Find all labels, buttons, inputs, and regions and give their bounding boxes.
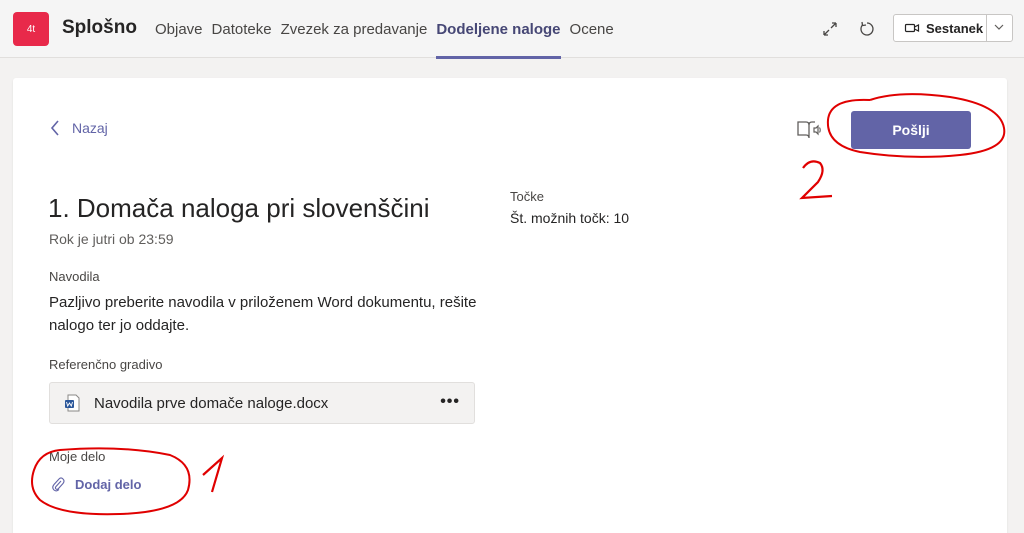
- meeting-label: Sestanek: [926, 20, 984, 36]
- word-document-icon: [64, 394, 80, 412]
- tab-dodeljene-naloge[interactable]: Dodeljene naloge: [436, 0, 569, 59]
- attachment-filename: Navodila prve domače naloge.docx: [94, 394, 329, 412]
- meeting-divider: [986, 15, 987, 41]
- team-avatar[interactable]: 4t: [13, 12, 49, 46]
- tab-objave[interactable]: Objave: [155, 0, 212, 58]
- submit-button[interactable]: Pošlji: [851, 111, 971, 149]
- channel-name: Splošno: [62, 17, 137, 38]
- reference-materials-label: Referenčno gradivo: [49, 357, 163, 372]
- due-date: Rok je jutri ob 23:59: [49, 231, 174, 247]
- meeting-button[interactable]: Sestanek: [893, 14, 1013, 42]
- immersive-reader-icon[interactable]: [796, 118, 822, 142]
- expand-icon[interactable]: [818, 17, 842, 41]
- points-label: Točke: [510, 189, 544, 204]
- back-button[interactable]: Nazaj: [50, 120, 108, 136]
- back-label: Nazaj: [72, 120, 108, 136]
- my-work-label: Moje delo: [49, 449, 106, 464]
- points-value: Št. možnih točk: 10: [510, 210, 630, 226]
- chevron-left-icon: [50, 120, 59, 136]
- top-header: 4t Splošno Objave Datoteke Zvezek za pre…: [0, 0, 1024, 59]
- add-work-label: Dodaj delo: [75, 476, 142, 492]
- chevron-down-icon[interactable]: [993, 21, 1005, 33]
- tab-datoteke[interactable]: Datoteke: [212, 0, 281, 58]
- refresh-icon[interactable]: [855, 17, 879, 41]
- instructions-label: Navodila: [49, 269, 100, 284]
- paperclip-icon: [52, 477, 65, 492]
- channel-tabs: Objave Datoteke Zvezek za predavanje Dod…: [155, 0, 623, 59]
- assignment-title: 1. Domača naloga pri slovenščini: [48, 193, 430, 223]
- instructions-text: Pazljivo preberite navodila v priloženem…: [49, 294, 477, 334]
- more-options-icon[interactable]: •••: [440, 393, 460, 411]
- attachment-item[interactable]: Navodila prve domače naloge.docx •••: [49, 382, 475, 424]
- add-work-button[interactable]: Dodaj delo: [51, 476, 141, 492]
- assignment-card: Nazaj Pošlji 1. Domača naloga pri sloven…: [13, 78, 1007, 533]
- video-camera-icon: [904, 21, 920, 35]
- tab-ocene[interactable]: Ocene: [570, 0, 623, 58]
- tab-zvezek[interactable]: Zvezek za predavanje: [281, 0, 437, 58]
